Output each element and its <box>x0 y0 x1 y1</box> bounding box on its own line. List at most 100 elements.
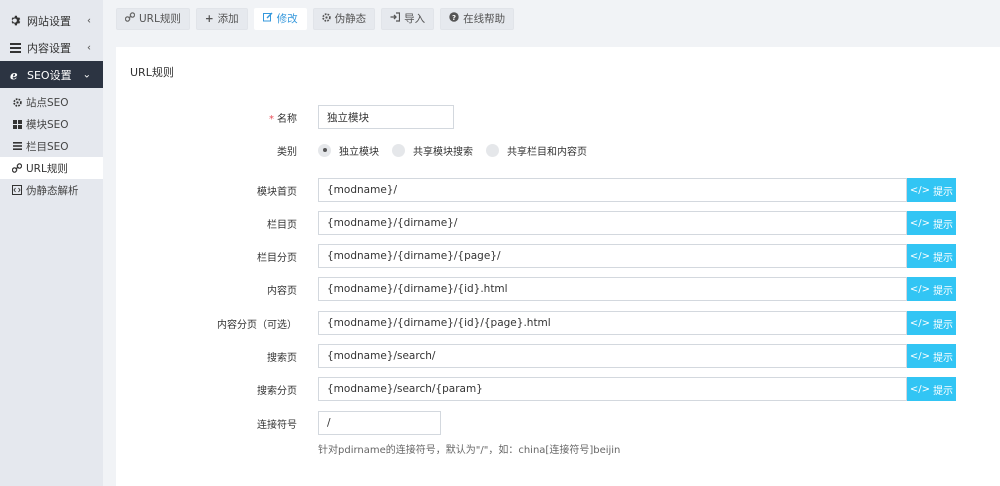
button-label: 添加 <box>217 13 239 25</box>
plus-icon: + <box>204 12 214 25</box>
field-label: 栏目页 <box>267 219 297 231</box>
form-row-name: * 名称 独立模块 <box>116 105 1000 129</box>
sidebar-item-label: SEO设置 <box>27 68 72 82</box>
separator-help-text: 针对pdirname的连接符号，默认为"/"，如：china[连接符号]beij… <box>318 445 621 456</box>
form-row-separator: 连接符号 / <box>116 411 1000 435</box>
field-label: 内容分页（可选） <box>217 319 297 331</box>
sidebar-item-content-settings[interactable]: 内容设置 ‹ <box>0 34 103 61</box>
hint-button[interactable]: </> 提示 <box>907 244 956 268</box>
form-row-search-page: 搜索页 {modname}/search/ </> 提示 <box>116 344 1000 368</box>
hint-button[interactable]: </> 提示 <box>907 178 956 202</box>
button-label: URL规则 <box>139 13 181 25</box>
hint-button[interactable]: </> 提示 <box>907 211 956 235</box>
hint-button[interactable]: </> 提示 <box>907 377 956 401</box>
url-rules-button[interactable]: URL规则 <box>116 7 190 30</box>
hint-button[interactable]: </> 提示 <box>907 277 956 301</box>
content-page-input[interactable]: {modname}/{dirname}/{id}.html <box>318 277 907 301</box>
button-label: 导入 <box>404 13 426 25</box>
sidebar-item-url-rules[interactable]: URL规则 <box>0 157 103 179</box>
required-mark: * <box>269 113 274 125</box>
form-row-module-home: 模块首页 {modname}/ </> 提示 <box>116 178 1000 202</box>
form-row-type: 类别 独立模块 共享模块搜索 共享栏目和内容页 <box>116 141 1000 159</box>
rewrite-button[interactable]: 伪静态 <box>312 7 376 30</box>
field-label: 内容页 <box>267 285 297 297</box>
help-icon: ? <box>449 12 459 25</box>
sidebar-item-label: URL规则 <box>26 162 68 175</box>
svg-text:?: ? <box>452 14 456 22</box>
online-help-button[interactable]: ? 在线帮助 <box>440 7 515 30</box>
sidebar-item-module-seo[interactable]: 模块SEO <box>0 113 103 135</box>
main-panel: URL规则 * 名称 独立模块 类别 独立模块 共享模块搜索 共享栏目和内容页 模… <box>116 47 1000 486</box>
module-home-input[interactable]: {modname}/ <box>318 178 907 202</box>
code-icon: </> <box>909 383 931 395</box>
sidebar-item-column-seo[interactable]: 栏目SEO <box>0 135 103 157</box>
field-label: 搜索页 <box>267 352 297 364</box>
field-label: 搜索分页 <box>257 385 297 397</box>
sidebar-item-label: 网站设置 <box>27 14 71 28</box>
chevron-left-icon: ‹ <box>87 42 91 53</box>
column-page-input[interactable]: {modname}/{dirname}/ <box>318 211 907 235</box>
search-page-input[interactable]: {modname}/search/ <box>318 344 907 368</box>
sidebar-item-label: 模块SEO <box>26 118 69 131</box>
chevron-left-icon: ‹ <box>87 15 91 26</box>
radio-dot <box>318 143 331 157</box>
toolbar: URL规则 + 添加 修改 伪静态 导入 ? 在线帮助 <box>103 0 1000 37</box>
form-row-column-paging: 栏目分页 {modname}/{dirname}/{page}/ </> 提示 <box>116 244 1000 268</box>
button-label: 修改 <box>276 13 298 25</box>
link-icon <box>124 12 136 25</box>
sidebar-item-label: 栏目SEO <box>26 140 69 153</box>
gear-icon <box>321 12 331 25</box>
gear-icon <box>9 15 21 27</box>
sidebar-item-seo-settings[interactable]: e SEO设置 ⌄ <box>0 61 103 88</box>
link-icon <box>12 163 22 173</box>
form-row-content-page: 内容页 {modname}/{dirname}/{id}.html </> 提示 <box>116 277 1000 301</box>
add-button[interactable]: + 添加 <box>195 7 248 30</box>
type-radio-shared-column[interactable]: 共享栏目和内容页 <box>486 143 587 158</box>
code-icon <box>12 185 22 195</box>
edit-button[interactable]: 修改 <box>253 7 307 30</box>
column-paging-input[interactable]: {modname}/{dirname}/{page}/ <box>318 244 907 268</box>
hint-button[interactable]: </> 提示 <box>907 344 956 368</box>
import-icon <box>390 12 401 25</box>
sidebar-item-site-settings[interactable]: 网站设置 ‹ <box>0 7 103 34</box>
field-label: 类别 <box>277 146 297 158</box>
code-icon: </> <box>909 350 931 362</box>
type-radio-shared-search[interactable]: 共享模块搜索 <box>392 143 473 158</box>
hint-button[interactable]: </> 提示 <box>907 311 956 335</box>
code-icon: </> <box>909 184 931 196</box>
separator-input[interactable]: / <box>318 411 441 435</box>
field-label: 栏目分页 <box>257 252 297 264</box>
chevron-down-icon: ⌄ <box>82 69 91 80</box>
list-icon <box>9 42 21 54</box>
sidebar-item-label: 伪静态解析 <box>26 184 79 197</box>
content-paging-input[interactable]: {modname}/{dirname}/{id}/{page}.html <box>318 311 907 335</box>
code-icon: </> <box>909 283 931 295</box>
code-icon: </> <box>909 317 931 329</box>
svg-text:e: e <box>10 69 18 81</box>
name-input[interactable]: 独立模块 <box>318 105 454 129</box>
button-label: 在线帮助 <box>463 13 506 25</box>
edit-icon <box>262 12 273 25</box>
form-row-column-page: 栏目页 {modname}/{dirname}/ </> 提示 <box>116 211 1000 235</box>
sidebar-item-rewrite-parse[interactable]: 伪静态解析 <box>0 179 103 201</box>
import-button[interactable]: 导入 <box>381 7 435 30</box>
panel-title: URL规则 <box>130 66 174 79</box>
sidebar-item-label: 内容设置 <box>27 41 71 55</box>
radio-dot <box>392 143 405 157</box>
field-label: 连接符号 <box>257 419 297 431</box>
gear-icon <box>12 97 22 107</box>
type-radio-group: 独立模块 共享模块搜索 共享栏目和内容页 <box>318 143 600 158</box>
radio-dot <box>486 143 499 157</box>
code-icon: </> <box>909 250 931 262</box>
button-label: 伪静态 <box>334 13 367 25</box>
field-label: * 名称 <box>269 113 297 125</box>
sidebar: 网站设置 ‹ 内容设置 ‹ e SEO设置 ⌄ 站点SEO 模块SEO 栏目SE… <box>0 0 103 486</box>
search-paging-input[interactable]: {modname}/search/{param} <box>318 377 907 401</box>
form-row-search-paging: 搜索分页 {modname}/search/{param} </> 提示 <box>116 377 1000 401</box>
field-label: 模块首页 <box>257 186 297 198</box>
sidebar-item-site-seo[interactable]: 站点SEO <box>0 91 103 113</box>
type-radio-standalone[interactable]: 独立模块 <box>318 143 379 158</box>
sidebar-item-label: 站点SEO <box>26 96 69 109</box>
code-icon: </> <box>909 217 931 229</box>
ie-icon: e <box>9 69 21 81</box>
